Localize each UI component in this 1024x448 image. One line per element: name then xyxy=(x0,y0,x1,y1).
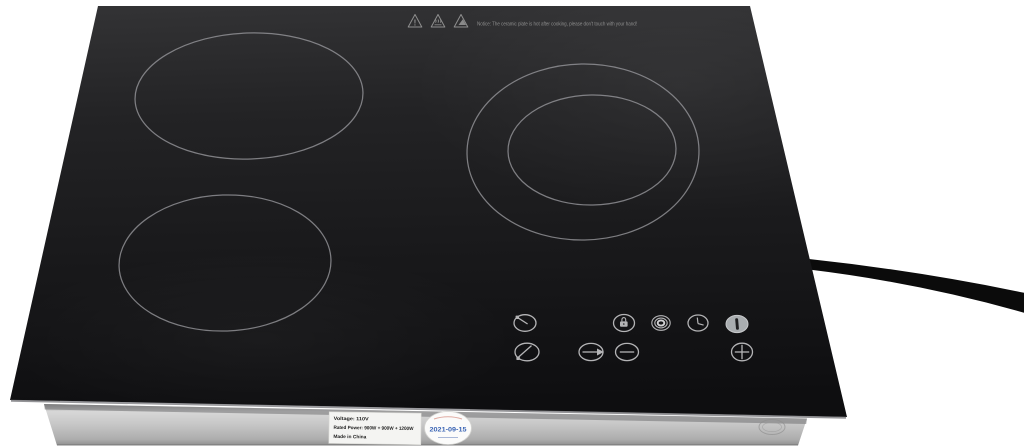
cooktop-scene: Voltage: 110V Rated Power: 900W + 900W +… xyxy=(0,0,1024,448)
date-sticker: 2021-09-15 xyxy=(425,412,472,445)
warning-text: Notice: The ceramic plate is hot after c… xyxy=(477,21,637,27)
sticker-date-text: 2021-09-15 xyxy=(430,427,467,434)
label-made-in: Made in China xyxy=(333,434,366,440)
cooktop-photo: Voltage: 110V Rated Power: 900W + 900W +… xyxy=(0,0,1024,448)
power-button[interactable] xyxy=(726,315,748,332)
label-rated-power: Rated Power: 900W + 900W + 1200W xyxy=(333,425,414,432)
exclamation-glyph: ! xyxy=(414,19,417,28)
lock-keyhole xyxy=(623,323,625,325)
